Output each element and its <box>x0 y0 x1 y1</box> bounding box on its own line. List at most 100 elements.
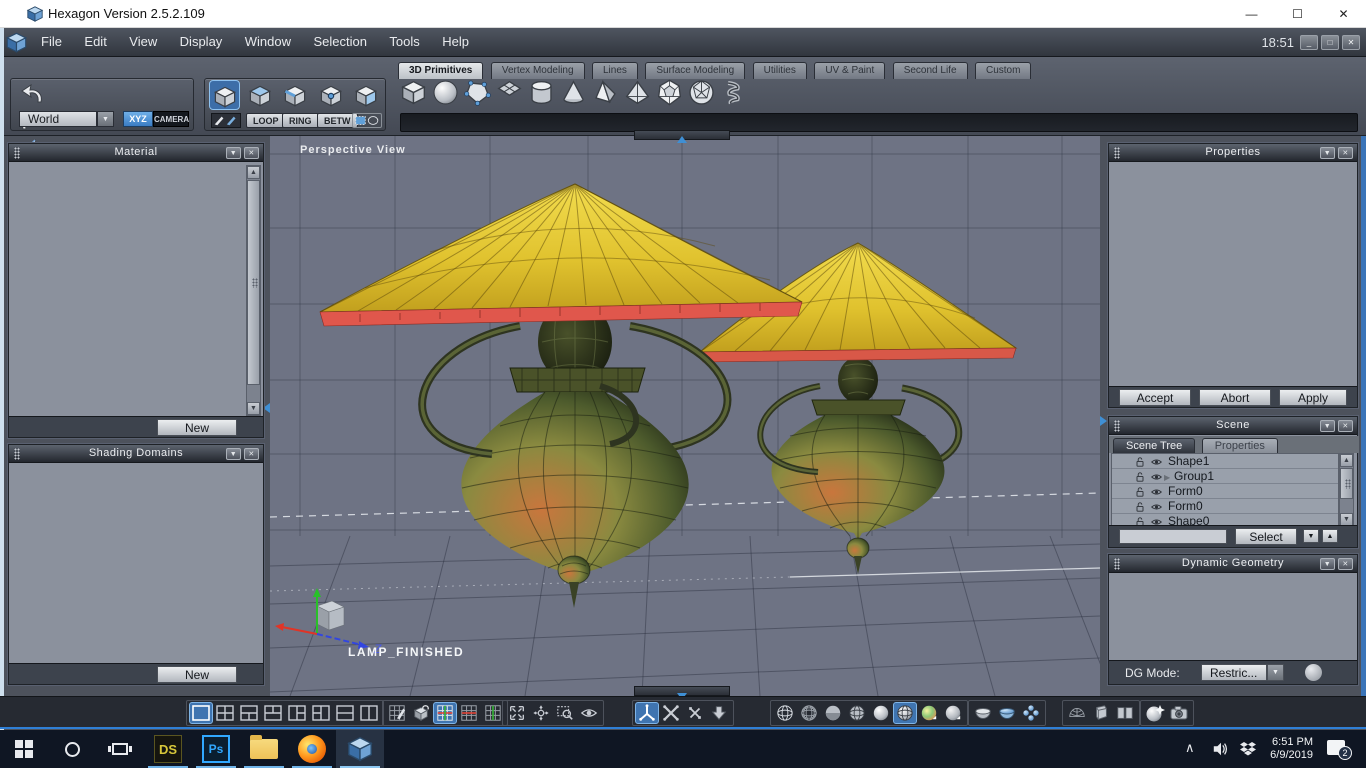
layout-vsplit-icon[interactable] <box>357 702 381 724</box>
panel-close-icon[interactable]: ✕ <box>244 147 259 159</box>
select-auto-mode-icon[interactable] <box>351 80 382 110</box>
menu-display[interactable]: Display <box>171 28 232 49</box>
lock-icon[interactable] <box>1134 471 1146 483</box>
scene-item-label[interactable]: Group1 <box>1174 469 1214 484</box>
select-button[interactable]: Select <box>1235 528 1297 545</box>
layout-top-wide-icon[interactable] <box>237 702 261 724</box>
maximize-button[interactable]: ☐ <box>1275 0 1320 28</box>
accept-button[interactable]: Accept <box>1119 389 1191 406</box>
primitive-cone-icon[interactable] <box>560 79 587 106</box>
task-view-button[interactable] <box>96 730 144 768</box>
shade-smooth-icon[interactable] <box>869 702 893 724</box>
right-panel-collapse-icon[interactable] <box>1100 416 1107 426</box>
material-new-button[interactable]: New <box>157 419 237 436</box>
app-close-button[interactable]: ✕ <box>1342 35 1360 50</box>
world-selector-dropdown-icon[interactable]: ▼ <box>97 111 114 127</box>
select-object-mode-icon[interactable] <box>209 80 240 110</box>
tab-scene-tree[interactable]: Scene Tree <box>1113 438 1196 454</box>
panel-close-icon[interactable]: ✕ <box>1338 420 1353 432</box>
scene-scrollbar[interactable]: ▲ ▼ <box>1339 453 1354 527</box>
scroll-thumb[interactable] <box>1340 468 1353 499</box>
top-collapse-handle[interactable] <box>634 130 730 143</box>
tray-clock[interactable]: 6:51 PM 6/9/2019 <box>1258 736 1313 762</box>
bottom-collapse-handle[interactable] <box>634 686 730 700</box>
scene-item-label[interactable]: Form0 <box>1168 499 1203 514</box>
panel-close-icon[interactable]: ✕ <box>244 448 259 460</box>
action-center-button[interactable]: 2 <box>1327 740 1352 760</box>
paint-select-icons[interactable] <box>211 113 241 128</box>
shade-flat-wire-icon[interactable] <box>845 702 869 724</box>
scene-row-shape1[interactable]: Shape1 <box>1112 454 1338 469</box>
scroll-up-icon[interactable]: ▲ <box>247 166 260 179</box>
scroll-down-icon[interactable]: ▼ <box>247 402 260 415</box>
xyz-toggle-button[interactable]: XYZ <box>123 111 153 127</box>
menu-file[interactable]: File <box>32 28 71 49</box>
left-panel-collapse-icon[interactable] <box>263 403 270 413</box>
eye-icon[interactable] <box>1150 471 1163 483</box>
taskbar-daz-studio[interactable]: DS <box>144 730 192 768</box>
scene-row-group1[interactable]: ▶ Group1 <box>1112 469 1338 484</box>
tab-custom[interactable]: Custom <box>974 62 1032 79</box>
primitive-geodesic-icon[interactable] <box>688 79 715 106</box>
lock-icon[interactable] <box>1134 501 1146 513</box>
tray-chevron-icon[interactable]: ∧ <box>1185 740 1195 756</box>
scene-row-form0a[interactable]: Form0 <box>1112 484 1338 499</box>
primitive-cube-icon[interactable] <box>400 79 427 106</box>
scene-item-label[interactable]: Form0 <box>1168 484 1203 499</box>
loop-button[interactable]: LOOP <box>246 113 286 128</box>
scene-item-label[interactable]: Shape1 <box>1168 454 1209 469</box>
undo-icon[interactable] <box>19 82 49 106</box>
volume-icon[interactable] <box>1212 741 1230 757</box>
primitive-tetrahedron-icon[interactable] <box>624 79 651 106</box>
tab-uv-paint[interactable]: UV & Paint <box>814 62 886 79</box>
manipulator-axes-icon[interactable] <box>635 702 659 724</box>
eye-icon[interactable] <box>1150 456 1163 468</box>
select-up-icon[interactable]: ▲ <box>1322 529 1338 543</box>
taskbar-file-explorer[interactable] <box>240 730 288 768</box>
scene-row-form0b[interactable]: Form0 <box>1112 499 1338 514</box>
app-minimize-button[interactable]: _ <box>1300 35 1318 50</box>
shade-material-icon[interactable] <box>917 702 941 724</box>
render-camera-icon[interactable] <box>1167 702 1191 724</box>
zoom-region-icon[interactable] <box>553 702 577 724</box>
shade-smooth-wire-icon[interactable] <box>893 702 917 724</box>
panel-menu-icon[interactable]: ▼ <box>226 147 241 159</box>
lock-grid-icon[interactable] <box>409 702 433 724</box>
menu-help[interactable]: Help <box>433 28 478 49</box>
select-point-mode-icon[interactable] <box>315 80 346 110</box>
scroll-thumb[interactable] <box>247 180 260 385</box>
perspective-viewport[interactable]: Z LAMP_FINISHED Perspective View <box>270 136 1100 696</box>
abort-button[interactable]: Abort <box>1199 389 1271 406</box>
layout-hsplit-icon[interactable] <box>333 702 357 724</box>
apply-button[interactable]: Apply <box>1279 389 1347 406</box>
primitive-facet-icon[interactable] <box>464 79 491 106</box>
render-sphere-icon[interactable] <box>1143 702 1167 724</box>
shade-flat-icon[interactable] <box>821 702 845 724</box>
material-scrollbar[interactable]: ▲ ▼ <box>246 165 261 416</box>
eye-icon[interactable] <box>1150 501 1163 513</box>
wire-dome-icon[interactable] <box>1065 702 1089 724</box>
grid-edit-icon[interactable] <box>385 702 409 724</box>
visibility-eye-icon[interactable] <box>577 702 601 724</box>
panel-menu-icon[interactable]: ▼ <box>1320 558 1335 570</box>
eye-icon[interactable] <box>1150 486 1163 498</box>
close-button[interactable]: ✕ <box>1321 0 1366 28</box>
panel-menu-icon[interactable]: ▼ <box>226 448 241 460</box>
scroll-up-icon[interactable]: ▲ <box>1340 454 1353 467</box>
prism-icon[interactable] <box>1089 702 1113 724</box>
primitive-sphere-icon[interactable] <box>432 79 459 106</box>
drop-to-floor-icon[interactable] <box>707 702 731 724</box>
primitive-grid-icon[interactable] <box>496 79 523 106</box>
menu-view[interactable]: View <box>120 28 166 49</box>
select-face-mode-icon[interactable] <box>244 80 275 110</box>
layout-quad-icon[interactable] <box>213 702 237 724</box>
shading-domains-new-button[interactable]: New <box>157 666 237 683</box>
taskbar-firefox[interactable] <box>288 730 336 768</box>
hemisphere-smooth-icon[interactable] <box>995 702 1019 724</box>
scene-filter-input[interactable] <box>1119 529 1227 544</box>
primitive-pyramid-icon[interactable] <box>592 79 619 106</box>
select-edge-mode-icon[interactable] <box>280 80 311 110</box>
tab-lines[interactable]: Lines <box>592 62 638 79</box>
dynamic-geometry-titlebar[interactable]: Dynamic Geometry ▼ ✕ <box>1109 555 1357 573</box>
tab-second-life[interactable]: Second Life <box>892 62 968 79</box>
